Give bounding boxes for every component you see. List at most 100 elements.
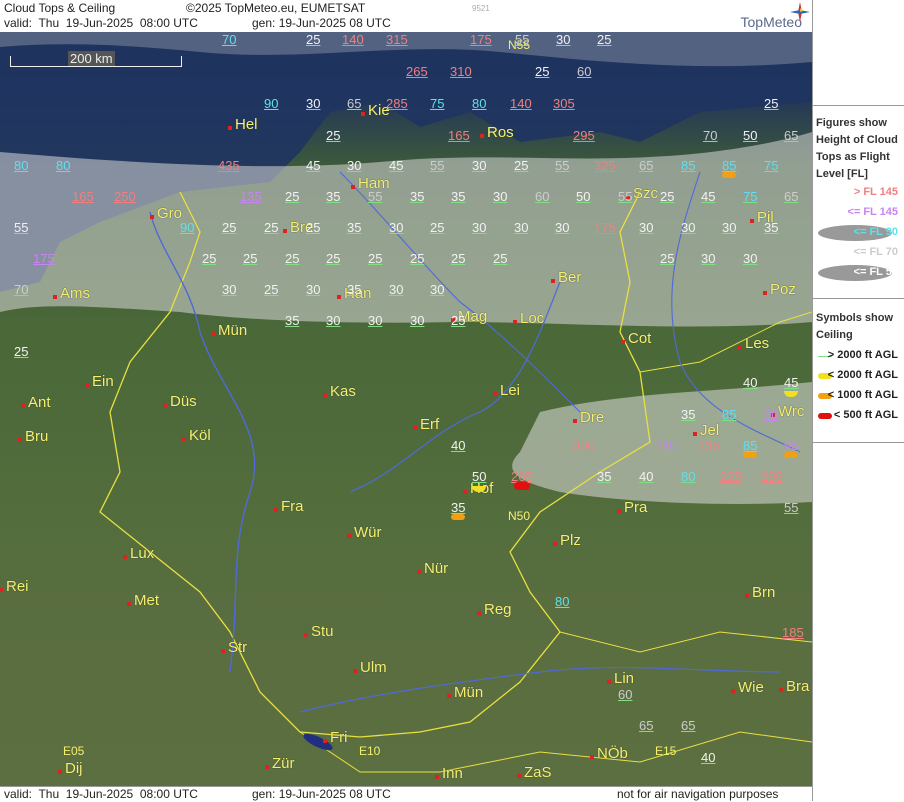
cloud-top-value: 25 [326, 128, 341, 143]
cloud-top-value: 55 [14, 220, 29, 235]
cloud-top-value: 30 [514, 220, 529, 235]
city-label: Erf [412, 416, 440, 433]
cloud-top-value: 35 [597, 469, 612, 484]
cloud-top-value: 35 [347, 282, 362, 297]
cloud-top-value: 25 [535, 64, 550, 79]
legend-figure-item: <= FL 50 [816, 265, 902, 281]
cloud-top-value: 85 [722, 407, 737, 422]
cloud-top-value: 295 [573, 128, 595, 143]
cloud-top-value: 30 [389, 282, 404, 297]
legend-symbol-item: > 2000 ft AGL [816, 348, 902, 364]
cloud-top-value: 40 [701, 750, 716, 765]
cloud-top-value: 435 [218, 158, 240, 173]
city-label: Lux [122, 545, 155, 562]
cloud-top-value: 225 [720, 469, 742, 484]
city-label: Zür [265, 755, 295, 772]
city-label: Ein [85, 373, 114, 390]
cloud-top-value: 40 [743, 375, 758, 390]
cloud-top-value: 65 [784, 128, 799, 143]
cloud-top-value: 65 [639, 158, 654, 173]
cloud-top-value: 25 [451, 251, 466, 266]
cloud-top-value: 70 [14, 282, 29, 297]
cloud-top-value: 30 [701, 251, 716, 266]
legend-symbol-item: < 1000 ft AGL [816, 388, 902, 404]
cloud-top-value: 30 [472, 220, 487, 235]
cloud-top-value: 25 [222, 220, 237, 235]
cloud-top-value: 25 [202, 251, 217, 266]
legend-symbol-label: > 2000 ft AGL [827, 349, 898, 361]
cloud-top-value: 25 [306, 32, 321, 47]
cloud-top-value: 30 [368, 313, 383, 328]
cloud-top-value: 25 [285, 251, 300, 266]
cloud-top-value: 30 [306, 96, 321, 111]
cloud-top-value: 250 [114, 189, 136, 204]
cloud-top-value: 165 [72, 189, 94, 204]
cloud-top-value: 45 [306, 158, 321, 173]
cloud-top-value: 40 [639, 469, 654, 484]
cloud-top-value: 65 [784, 189, 799, 204]
cloud-top-value: 35 [285, 313, 300, 328]
cloud-top-value: 25 [326, 251, 341, 266]
city-label: Mün [446, 684, 484, 701]
cloud-top-value: 175 [33, 251, 55, 266]
cloud-top-value: 45 [784, 375, 799, 390]
grid-label: E05 [63, 744, 85, 758]
city-label: Wür [347, 524, 382, 541]
cloud-top-value: 25 [764, 96, 779, 111]
cloud-top-value: 25 [14, 344, 29, 359]
cloud-top-value: 90 [180, 220, 195, 235]
cloud-top-value: 35 [410, 189, 425, 204]
city-label: Poz [763, 281, 796, 298]
legend-figure-item: <= FL 90 [816, 225, 902, 241]
cloud-top-value: 30 [410, 313, 425, 328]
legend-figure-item: <= FL 145 [816, 205, 902, 221]
city-label: Hel [228, 116, 258, 133]
generated-time: gen: 19-Jun-2025 08 UTC [252, 16, 391, 30]
cloud-top-value: 25 [514, 158, 529, 173]
city-label: Met [126, 592, 160, 609]
cloud-top-value: 30 [493, 189, 508, 204]
cloud-top-value: 70 [703, 128, 718, 143]
grid-label: E15 [655, 744, 677, 758]
city-label: Cot [620, 330, 652, 347]
city-label: Bra [778, 678, 810, 695]
cloud-top-value: 25 [493, 251, 508, 266]
cloud-top-value: 30 [722, 220, 737, 235]
cloud-top-value: 65 [347, 96, 362, 111]
city-label: Reg [477, 601, 512, 618]
cloud-top-value: 55 [555, 158, 570, 173]
legend-figures-title: Figures show Height of Cloud Tops as Fli… [816, 117, 898, 180]
ceiling-symbol [784, 452, 798, 458]
legend-figure-item: <= FL 70 [816, 245, 902, 261]
city-label: Inn [435, 765, 463, 782]
cloud-top-value: 30 [681, 220, 696, 235]
ceiling-symbol-icon [818, 413, 832, 419]
cloud-top-value: 50 [743, 128, 758, 143]
satellite-map[interactable]: 200 km N55 N50 E05 E10 E15 Hel Kie Ros Ham Szc Gr… [0, 32, 812, 786]
legend-figure-label: <= FL 145 [847, 206, 898, 218]
city-label: Nür [416, 560, 449, 577]
city-label: Stu [304, 623, 334, 640]
city-label: Ros [480, 124, 514, 141]
cloud-top-value: 90 [764, 407, 779, 422]
map-title: Cloud Tops & Ceiling [4, 1, 116, 15]
cloud-top-value: 40 [451, 438, 466, 453]
city-label: Düs [163, 393, 197, 410]
cloud-top-value: 60 [618, 687, 633, 702]
city-label: Ant [21, 394, 51, 411]
cloud-top-value: 30 [472, 158, 487, 173]
city-label: Bru [17, 428, 49, 445]
cloud-top-value: 25 [264, 220, 279, 235]
cloud-top-value: 35 [326, 189, 341, 204]
cloud-top-value: 135 [698, 438, 720, 453]
city-label: Ber [550, 269, 582, 286]
copyright: ©2025 TopMeteo.eu, EUMETSAT [186, 1, 366, 15]
city-label: Dre [572, 409, 605, 426]
cloud-top-value: 25 [285, 189, 300, 204]
cloud-top-value: 30 [743, 251, 758, 266]
legend-symbol-item: < 2000 ft AGL [816, 368, 902, 384]
cloud-top-value: 35 [347, 220, 362, 235]
cloud-top-value: 305 [553, 96, 575, 111]
city-label: Lin [606, 670, 635, 687]
cloud-top-value: 25 [410, 251, 425, 266]
